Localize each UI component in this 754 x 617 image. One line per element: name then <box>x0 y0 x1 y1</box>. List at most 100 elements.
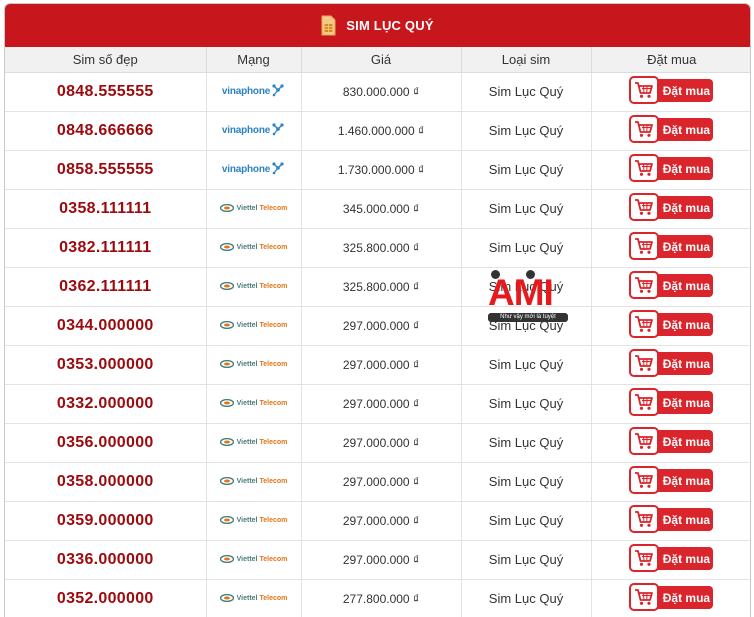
sim-price: 297.000.000 ₫ <box>342 475 420 489</box>
viettel-logo-name: Viettel <box>236 478 258 485</box>
buy-button[interactable]: Đặt mua <box>628 349 713 377</box>
sim-number-cell: 0356.000000 <box>5 423 207 463</box>
sim-number[interactable]: 0353.000000 <box>57 356 154 373</box>
sim-type: Sim Lục Quý <box>488 435 564 450</box>
buy-button[interactable]: Đặt mua <box>628 154 713 182</box>
price-cell: 345.000.000 ₫ <box>301 189 462 229</box>
buy-button[interactable]: Đặt mua <box>628 76 713 104</box>
buy-button-label: Đặt mua <box>662 239 711 254</box>
shopping-cart-icon <box>628 193 659 221</box>
buy-button-label: Đặt mua <box>662 356 711 371</box>
sim-number[interactable]: 0359.000000 <box>57 512 154 529</box>
sim-type: Sim Lục Quý <box>488 84 564 99</box>
viettel-logo-name: Viettel <box>236 205 258 212</box>
viettel-logo-telecom: Telecom <box>259 283 288 290</box>
vinaphone-logo: vinaphone <box>222 121 285 141</box>
buy-button[interactable]: Đặt mua <box>628 193 713 221</box>
type-cell: Sim Lục Quý <box>461 72 592 112</box>
shopping-cart-icon <box>628 388 659 416</box>
viettel-logo: Viettel Telecom <box>219 277 288 297</box>
price-cell: 325.800.000 ₫ <box>301 267 462 307</box>
sim-number[interactable]: 0362.111111 <box>59 278 151 295</box>
buy-cell: Đặt mua <box>591 501 750 541</box>
type-cell: Sim Lục Quý <box>461 189 592 229</box>
price-cell: 1.460.000.000 ₫ <box>301 111 462 151</box>
viettel-logo: Viettel Telecom <box>219 199 287 219</box>
sim-type: Sim Lục Quý <box>488 318 564 333</box>
sim-number[interactable]: 0382.111111 <box>59 239 151 256</box>
shopping-cart-icon <box>628 544 659 572</box>
viettel-logo: Viettel Telecom <box>219 238 287 258</box>
sim-number-cell: 0352.000000 <box>5 579 207 617</box>
buy-button[interactable]: Đặt mua <box>628 388 713 416</box>
sim-number[interactable]: 0858.555555 <box>57 161 154 178</box>
buy-button[interactable]: Đặt mua <box>628 232 713 260</box>
sim-number-cell: 0382.111111 <box>5 228 207 268</box>
sim-number[interactable]: 0344.000000 <box>57 317 154 334</box>
buy-button[interactable]: Đặt mua <box>628 427 713 455</box>
sim-price: 1.730.000.000 ₫ <box>337 163 425 177</box>
viettel-mark-icon <box>219 593 237 604</box>
shopping-cart-icon <box>628 505 659 533</box>
network-cell: Viettel Telecom <box>206 228 302 268</box>
price-cell: 297.000.000 ₫ <box>301 384 462 424</box>
shopping-cart-icon <box>628 310 659 338</box>
viettel-logo-telecom: Telecom <box>259 478 288 485</box>
vinaphone-star-icon <box>270 161 285 178</box>
sim-number-cell: 0358.000000 <box>5 462 207 502</box>
table-row: 0356.000000 Viettel Telecom 297.000.000 ₫ Si… <box>5 423 750 463</box>
price-cell: 297.000.000 ₫ <box>301 423 462 463</box>
buy-button[interactable]: Đặt mua <box>628 271 713 299</box>
viettel-logo-telecom: Telecom <box>259 361 288 368</box>
shopping-cart-icon <box>628 583 659 611</box>
type-cell: Sim Lục Quý <box>461 111 592 151</box>
buy-cell: Đặt mua <box>591 579 750 617</box>
price-cell: 297.000.000 ₫ <box>301 501 462 541</box>
buy-button[interactable]: Đặt mua <box>628 310 713 338</box>
buy-cell: Đặt mua <box>591 150 750 190</box>
viettel-logo-telecom: Telecom <box>259 595 288 602</box>
buy-cell: Đặt mua <box>591 189 750 229</box>
viettel-logo: Viettel Telecom <box>219 355 288 375</box>
sim-number-cell: 0359.000000 <box>5 501 207 541</box>
viettel-mark-icon <box>219 437 237 448</box>
sim-number[interactable]: 0332.000000 <box>57 395 154 412</box>
sim-number[interactable]: 0358.111111 <box>59 200 151 217</box>
sim-type: Sim Lục Quý <box>488 162 564 177</box>
sim-number-cell: 0358.111111 <box>5 189 207 229</box>
sim-number[interactable]: 0352.000000 <box>57 590 154 607</box>
buy-button-label: Đặt mua <box>662 200 711 215</box>
sim-price: 297.000.000 ₫ <box>342 553 420 567</box>
sim-number[interactable]: 0358.000000 <box>57 473 154 490</box>
sim-number[interactable]: 0848.555555 <box>57 83 154 100</box>
sim-number[interactable]: 0336.000000 <box>57 551 154 568</box>
sim-price: 325.800.000 ₫ <box>342 241 420 255</box>
buy-button-label: Đặt mua <box>662 161 711 176</box>
buy-button[interactable]: Đặt mua <box>628 505 713 533</box>
viettel-logo: Viettel Telecom <box>219 511 287 531</box>
network-cell: Viettel Telecom <box>206 306 302 346</box>
sim-type: Sim Lục Quý <box>488 240 564 255</box>
viettel-mark-icon <box>219 476 237 487</box>
viettel-logo: Viettel Telecom <box>219 472 288 492</box>
buy-button[interactable]: Đặt mua <box>628 115 713 143</box>
buy-button[interactable]: Đặt mua <box>628 583 713 611</box>
sim-number-cell: 0344.000000 <box>5 306 207 346</box>
table-row: 0332.000000 Viettel Telecom 297.000.000 ₫ Si… <box>5 384 750 424</box>
sim-type: Sim Lục Quý <box>488 357 564 372</box>
shopping-cart-icon <box>628 271 659 299</box>
buy-button[interactable]: Đặt mua <box>628 544 713 572</box>
sim-number[interactable]: 0356.000000 <box>57 434 154 451</box>
sim-number-cell: 0848.666666 <box>5 111 207 151</box>
sim-number-cell: 0848.555555 <box>5 72 207 112</box>
sim-number[interactable]: 0848.666666 <box>57 122 154 139</box>
table-row: 0848.666666 vinaphone 1.460.000.000 ₫ Sim L… <box>5 111 750 151</box>
table-header-bar: SIM LỤC QUÝ <box>5 4 750 47</box>
buy-button-label: Đặt mua <box>662 122 711 137</box>
buy-button-label: Đặt mua <box>662 317 711 332</box>
sim-number-cell: 0336.000000 <box>5 540 207 580</box>
viettel-mark-icon <box>219 359 237 370</box>
buy-button[interactable]: Đặt mua <box>628 466 713 494</box>
type-cell: Sim Lục Quý <box>461 540 592 580</box>
network-cell: Viettel Telecom <box>206 267 302 307</box>
